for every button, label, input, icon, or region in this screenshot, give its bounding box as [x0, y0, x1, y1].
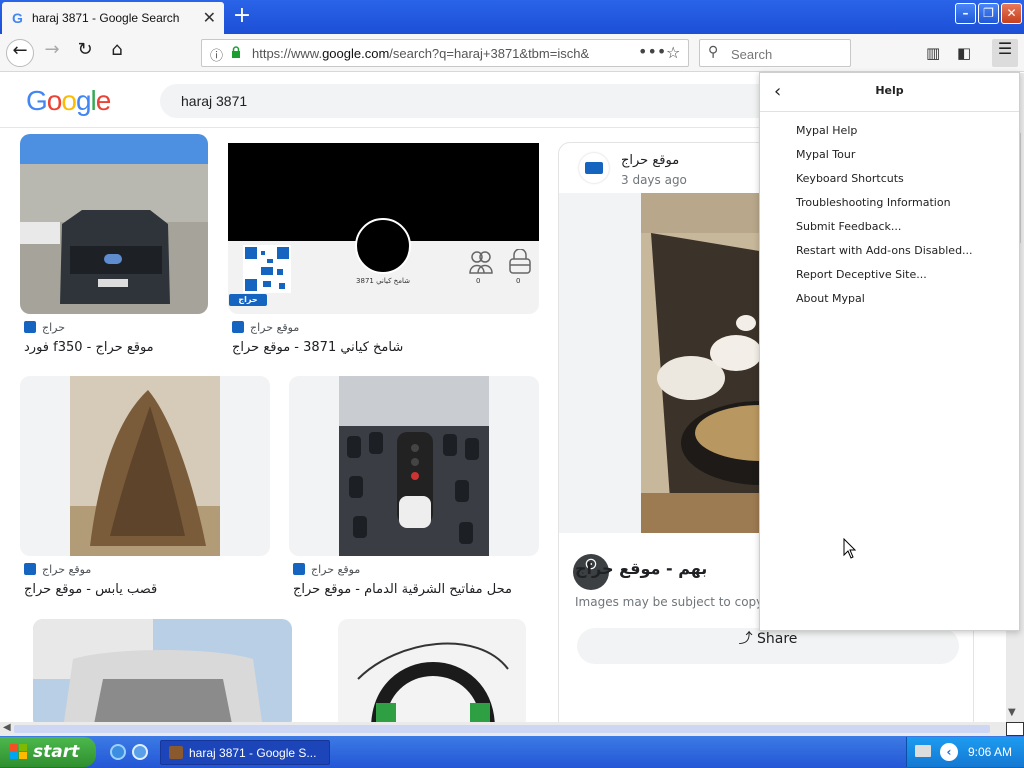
help-menu-title: Help: [875, 84, 904, 97]
screen: G haraj 3871 - Google Search ✕ + – ❐ ✕ ←…: [0, 0, 1024, 768]
logo-letter: G: [26, 85, 48, 116]
share-icon: ⤴: [738, 631, 758, 647]
ads-count: 0: [516, 277, 521, 285]
url-bar[interactable]: ⓘ https://www.google.com/search?q=haraj+…: [201, 39, 689, 67]
help-menu-panel: ‹ Help Mypal Help Mypal Tour Keyboard Sh…: [759, 72, 1020, 631]
help-menu-list: Mypal Help Mypal Tour Keyboard Shortcuts…: [796, 121, 973, 313]
result-image-keys[interactable]: [289, 376, 539, 556]
haraj-logo: حراج: [229, 294, 267, 306]
logo-letter: o: [46, 85, 63, 116]
menu-item-about-mypal[interactable]: About Mypal: [796, 289, 973, 313]
result-source[interactable]: حراج: [24, 321, 65, 334]
google-favicon-icon: G: [12, 10, 23, 26]
system-tray: ‹ 9:06 AM: [906, 737, 1024, 767]
result-source[interactable]: موقع حراج: [293, 563, 360, 576]
result-caption[interactable]: شامخ كياني 3871 - موقع حراج: [232, 340, 403, 355]
preview-site-name[interactable]: موقع حراج: [621, 153, 679, 168]
new-tab-button[interactable]: +: [230, 4, 254, 28]
browser-tab[interactable]: G haraj 3871 - Google Search ✕: [2, 2, 224, 34]
navigation-toolbar: ← → ↻ ⌂ ⓘ https://www.google.com/search?…: [0, 34, 1024, 72]
horizontal-scrollbar[interactable]: ◀: [0, 722, 1006, 736]
tab-title: haraj 3871 - Google Search: [32, 11, 180, 25]
internet-explorer-icon[interactable]: [110, 744, 126, 760]
result-image-hay[interactable]: [20, 376, 270, 556]
library-icon[interactable]: ▥: [926, 44, 940, 62]
result-source[interactable]: موقع حراج: [232, 321, 299, 334]
minimize-button[interactable]: –: [955, 3, 976, 24]
haraj-favicon-icon: [24, 321, 36, 333]
logo-letter: o: [61, 85, 77, 116]
tab-close-icon[interactable]: ✕: [203, 8, 216, 27]
sidebar-icon[interactable]: ◧: [957, 44, 971, 62]
page-actions-icon[interactable]: •••: [638, 42, 666, 61]
google-logo[interactable]: Google: [26, 85, 112, 117]
home-button[interactable]: ⌂: [103, 39, 131, 67]
start-button[interactable]: start: [0, 737, 96, 767]
result-image-truck[interactable]: [20, 134, 208, 314]
result-source[interactable]: موقع حراج: [24, 563, 91, 576]
preview-title[interactable]: بهم - موقع حراج: [575, 559, 707, 578]
followers-count: 0: [476, 277, 481, 285]
menu-item-report-deceptive-site[interactable]: Report Deceptive Site...: [796, 265, 973, 289]
windows-flag-icon: [10, 744, 27, 759]
menu-item-restart-addons-disabled[interactable]: Restart with Add-ons Disabled...: [796, 241, 973, 265]
google-search-query: haraj 3871: [181, 93, 248, 109]
menu-separator: [760, 111, 1019, 112]
logo-letter: g: [75, 85, 92, 116]
profile-name: شامخ كياني 3871: [356, 277, 410, 285]
result-image-headset[interactable]: [338, 619, 526, 722]
tray-expand-icon[interactable]: ‹: [940, 743, 958, 761]
start-label: start: [33, 742, 80, 762]
site-info-icon[interactable]: ⓘ: [210, 45, 223, 64]
clock: 9:06 AM: [968, 745, 1013, 759]
url-text: https://www.google.com/search?q=haraj+38…: [252, 46, 590, 61]
result-image-van[interactable]: [33, 619, 292, 722]
forward-button[interactable]: →: [38, 39, 66, 67]
scroll-thumb[interactable]: [14, 725, 990, 733]
search-input[interactable]: ⚲ Search: [699, 39, 851, 67]
ads-icon: [509, 249, 531, 274]
result-caption[interactable]: فورد f350 - موقع حراج: [24, 340, 154, 355]
reload-button[interactable]: ↻: [71, 39, 99, 67]
site-avatar[interactable]: [579, 153, 609, 183]
haraj-favicon-icon: [232, 321, 244, 333]
result-caption[interactable]: قصب يابس - موقع حراج: [24, 582, 157, 597]
qr-code-icon: [243, 245, 291, 293]
google-search-box[interactable]: haraj 3871: [160, 84, 800, 118]
bookmark-star-icon[interactable]: ☆: [666, 43, 680, 62]
app-icon: [169, 746, 183, 759]
keyboard-icon[interactable]: [915, 745, 931, 757]
search-placeholder: Search: [731, 47, 773, 62]
scrollbar-corner: [1006, 722, 1024, 736]
restore-button[interactable]: ❐: [978, 3, 999, 24]
menu-button[interactable]: ☰: [992, 39, 1018, 67]
menu-item-mypal-help[interactable]: Mypal Help: [796, 121, 973, 145]
followers-icon: [469, 251, 493, 274]
scroll-left-icon[interactable]: ◀: [3, 722, 11, 733]
lock-icon: [232, 46, 240, 58]
browser-quicklaunch-icon[interactable]: [132, 744, 148, 760]
logo-letter: e: [95, 85, 112, 116]
preview-time: 3 days ago: [621, 173, 687, 187]
share-button[interactable]: ⤴ Share: [577, 628, 959, 664]
search-icon: ⚲: [708, 44, 719, 60]
menu-item-troubleshooting[interactable]: Troubleshooting Information: [796, 193, 973, 217]
taskbar-window-button[interactable]: haraj 3871 - Google S...: [160, 740, 330, 765]
menu-item-submit-feedback[interactable]: Submit Feedback...: [796, 217, 973, 241]
scroll-down-icon[interactable]: ▼: [1008, 707, 1016, 718]
taskbar-window-title: haraj 3871 - Google S...: [189, 746, 317, 760]
mouse-cursor-icon: [843, 538, 857, 559]
result-caption[interactable]: محل مفاتيح الشرقية الدمام - موقع حراج: [293, 582, 512, 597]
haraj-favicon-icon: [293, 563, 305, 575]
haraj-favicon-icon: [24, 563, 36, 575]
result-image-profile[interactable]: حراج شامخ كياني 3871 0 0: [228, 143, 539, 314]
close-window-button[interactable]: ✕: [1001, 3, 1022, 24]
menu-item-keyboard-shortcuts[interactable]: Keyboard Shortcuts: [796, 169, 973, 193]
back-button[interactable]: ←: [6, 39, 34, 67]
menu-item-mypal-tour[interactable]: Mypal Tour: [796, 145, 973, 169]
tab-bar: G haraj 3871 - Google Search ✕ + – ❐ ✕: [0, 0, 1024, 34]
taskbar: start haraj 3871 - Google S... ‹ 9:06 AM: [0, 736, 1024, 768]
haraj-favicon-icon: [585, 162, 603, 174]
